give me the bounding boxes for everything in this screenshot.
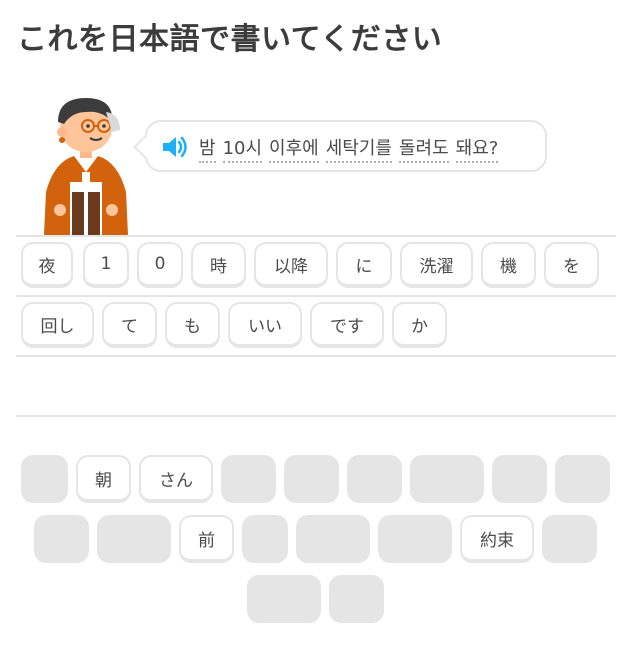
word-bank-empty-slot (284, 455, 339, 503)
answer-tile[interactable]: 回し (21, 302, 94, 348)
prompt-title: これを日本語で書いてください (17, 22, 443, 57)
answer-tile[interactable]: 夜 (21, 242, 73, 288)
word-bank-empty-slot (555, 455, 610, 503)
answer-tile[interactable]: 以降 (254, 242, 328, 288)
answer-tile[interactable]: 0 (137, 242, 183, 288)
word-bank-empty-slot (242, 515, 288, 563)
sentence-word[interactable]: 세탁기를 (325, 138, 392, 163)
word-bank-empty-slot (410, 455, 484, 503)
word-bank-empty-slot (542, 515, 597, 563)
word-bank-empty-slot (329, 575, 384, 623)
answer-tile[interactable]: 時 (191, 242, 246, 288)
character-illustration (44, 98, 128, 235)
answer-tile[interactable]: に (336, 242, 392, 288)
word-bank-empty-slot (347, 455, 402, 503)
sentence-word[interactable]: 돼요? (455, 138, 499, 163)
sentence-word[interactable]: 돌려도 (398, 138, 449, 163)
speech-bubble-tail (133, 134, 159, 160)
speaker-icon[interactable] (161, 134, 189, 160)
word-bank-empty-slot (21, 455, 68, 503)
word-bank-empty-slot (34, 515, 89, 563)
answer-line-3 (16, 415, 616, 417)
answer-tile[interactable]: いい (228, 302, 302, 348)
sentence-word[interactable]: 밤 (199, 138, 216, 163)
word-bank-empty-slot (247, 575, 321, 623)
word-bank-tile[interactable]: 約束 (460, 515, 534, 563)
answer-tile[interactable]: も (165, 302, 220, 348)
speech-bubble: 밤 10시 이후에 세탁기를 돌려도 돼요? (133, 120, 547, 172)
word-bank-empty-slot (221, 455, 276, 503)
answer-tile[interactable]: 洗濯 (400, 242, 473, 288)
word-bank-tile[interactable]: さん (139, 455, 213, 503)
word-bank-empty-slot (378, 515, 452, 563)
word-bank-tile[interactable]: 前 (179, 515, 234, 563)
word-bank-empty-slot (492, 455, 547, 503)
word-bank-tile[interactable]: 朝 (76, 455, 131, 503)
sentence-word[interactable]: 10시 (222, 138, 263, 163)
answer-line-top (16, 235, 616, 237)
answer-tile[interactable]: です (310, 302, 384, 348)
answer-line-2 (16, 355, 616, 357)
source-sentence: 밤 10시 이후에 세탁기를 돌려도 돼요? (199, 134, 505, 163)
answer-tile[interactable]: を (544, 242, 599, 288)
answer-tile[interactable]: 機 (481, 242, 536, 288)
word-bank-empty-slot (97, 515, 171, 563)
answer-line-1 (16, 295, 616, 297)
answer-tile[interactable]: か (392, 302, 447, 348)
word-bank-empty-slot (296, 515, 370, 563)
sentence-word[interactable]: 이후에 (269, 138, 319, 163)
answer-tile[interactable]: て (102, 302, 157, 348)
answer-tile[interactable]: 1 (83, 242, 129, 288)
